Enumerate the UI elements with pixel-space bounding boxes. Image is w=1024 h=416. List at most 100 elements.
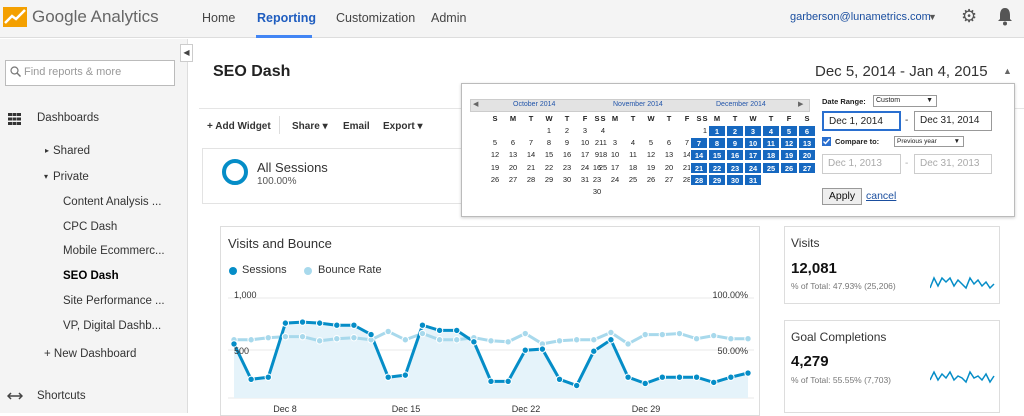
- calendar-day[interactable]: 10: [744, 137, 762, 150]
- share-menu-button[interactable]: Share ▾: [292, 121, 328, 132]
- calendar-day[interactable]: 2: [558, 125, 576, 137]
- calendar-day[interactable]: 17: [606, 162, 624, 174]
- point-bounce-rate[interactable]: [247, 336, 255, 344]
- point-sessions[interactable]: [521, 346, 529, 354]
- calendar-day[interactable]: 4: [624, 137, 642, 149]
- calendar-day[interactable]: 24: [744, 161, 762, 174]
- point-sessions[interactable]: [744, 369, 752, 377]
- calendar-day[interactable]: 19: [780, 149, 798, 162]
- start-date-input[interactable]: Dec 1, 2014: [822, 111, 901, 131]
- point-sessions[interactable]: [607, 336, 615, 344]
- calendar-day[interactable]: 16: [588, 162, 606, 174]
- point-sessions[interactable]: [281, 319, 290, 327]
- calendar-day[interactable]: 20: [798, 149, 816, 162]
- prev-month-icon[interactable]: ◀: [473, 100, 478, 108]
- cancel-link[interactable]: cancel: [866, 190, 896, 202]
- email-button[interactable]: Email: [343, 121, 370, 132]
- calendar-day[interactable]: 6: [660, 137, 678, 149]
- calendar-day[interactable]: 30: [558, 174, 576, 186]
- point-bounce-rate[interactable]: [744, 335, 752, 343]
- calendar-day[interactable]: 5: [486, 137, 504, 149]
- sidebar-item-seo-dash[interactable]: SEO Dash: [63, 270, 119, 282]
- point-bounce-rate[interactable]: [350, 333, 358, 342]
- analytics-logo-icon[interactable]: [3, 7, 27, 27]
- point-sessions[interactable]: [692, 373, 701, 381]
- calendar-day[interactable]: 7: [522, 137, 540, 149]
- point-bounce-rate[interactable]: [727, 335, 735, 343]
- point-sessions[interactable]: [401, 371, 410, 379]
- point-sessions[interactable]: [727, 373, 735, 381]
- calendar-day[interactable]: 19: [486, 162, 504, 174]
- calendar-day[interactable]: 10: [606, 149, 624, 161]
- calendar-day[interactable]: 23: [558, 162, 576, 174]
- calendar-day[interactable]: 24: [606, 174, 624, 186]
- sidebar-item-dashboard[interactable]: Content Analysis ...: [63, 196, 161, 208]
- new-dashboard-link[interactable]: + New Dashboard: [44, 348, 136, 360]
- apply-button[interactable]: Apply: [822, 188, 862, 205]
- point-sessions[interactable]: [555, 375, 564, 383]
- sidebar-item-shortcuts[interactable]: Shortcuts: [37, 390, 86, 402]
- point-sessions[interactable]: [658, 373, 667, 381]
- calendar-day[interactable]: 26: [780, 161, 798, 174]
- calendar-day[interactable]: 25: [624, 174, 642, 186]
- calendar-day[interactable]: 29: [708, 173, 726, 186]
- point-sessions[interactable]: [384, 373, 392, 381]
- compare-select[interactable]: Previous year ▼: [894, 136, 964, 147]
- point-bounce-rate[interactable]: [504, 338, 512, 346]
- calendar-day[interactable]: 2: [588, 137, 606, 149]
- sidebar-item-dashboard[interactable]: CPC Dash: [63, 221, 117, 233]
- point-sessions[interactable]: [367, 330, 375, 339]
- tab-admin[interactable]: Admin: [431, 11, 466, 25]
- point-sessions[interactable]: [453, 326, 461, 335]
- point-bounce-rate[interactable]: [572, 336, 581, 344]
- point-bounce-rate[interactable]: [692, 335, 701, 343]
- calendar-day[interactable]: 12: [642, 149, 660, 161]
- calendar-day[interactable]: 18: [624, 162, 642, 174]
- point-bounce-rate[interactable]: [384, 327, 392, 336]
- calendar-day[interactable]: 25: [762, 161, 780, 174]
- calendar-day[interactable]: 2: [726, 125, 744, 137]
- point-sessions[interactable]: [487, 377, 495, 386]
- calendar-day[interactable]: 22: [708, 161, 726, 174]
- point-sessions[interactable]: [315, 319, 324, 327]
- point-sessions[interactable]: [624, 373, 632, 381]
- calendar-day[interactable]: 6: [798, 125, 816, 137]
- segment-label[interactable]: All Sessions: [257, 160, 328, 175]
- point-sessions[interactable]: [264, 373, 272, 381]
- calendar-day[interactable]: 28: [522, 174, 540, 186]
- calendar-day[interactable]: 27: [798, 161, 816, 174]
- point-sessions[interactable]: [710, 378, 718, 387]
- calendar-day[interactable]: 16: [558, 149, 576, 161]
- sidebar-item-dashboard[interactable]: Site Performance ...: [63, 295, 165, 307]
- compare-end-input[interactable]: Dec 31, 2013: [914, 154, 992, 174]
- point-bounce-rate[interactable]: [624, 340, 632, 348]
- calendar-day[interactable]: 12: [486, 149, 504, 161]
- calendar-day[interactable]: 28: [690, 173, 708, 186]
- calendar-day[interactable]: 5: [642, 137, 660, 149]
- calendar-day[interactable]: 13: [504, 149, 522, 161]
- calendar-day[interactable]: 23: [726, 161, 744, 174]
- calendar-day[interactable]: 21: [522, 162, 540, 174]
- point-bounce-rate[interactable]: [418, 329, 427, 338]
- next-month-icon[interactable]: ▶: [798, 100, 803, 108]
- sidebar-item-shared[interactable]: Shared: [53, 145, 90, 157]
- calendar-day[interactable]: 1: [540, 125, 558, 137]
- calendar-day[interactable]: 20: [504, 162, 522, 174]
- calendar-day[interactable]: 3: [576, 125, 594, 137]
- calendar-day[interactable]: 20: [660, 162, 678, 174]
- point-sessions[interactable]: [350, 321, 358, 329]
- point-bounce-rate[interactable]: [521, 329, 529, 338]
- point-bounce-rate[interactable]: [298, 332, 307, 341]
- tab-home[interactable]: Home: [202, 11, 235, 25]
- calendar-day[interactable]: 27: [660, 174, 678, 186]
- calendar-day[interactable]: 21: [690, 161, 708, 174]
- point-sessions[interactable]: [675, 373, 684, 381]
- calendar-day[interactable]: 11: [624, 149, 642, 161]
- calendar-day[interactable]: 15: [540, 149, 558, 161]
- date-range-select[interactable]: Custom ▼: [873, 95, 937, 107]
- point-sessions[interactable]: [504, 377, 512, 386]
- calendar-day[interactable]: 8: [540, 137, 558, 149]
- calendar-day[interactable]: 5: [780, 125, 798, 137]
- calendar-day[interactable]: 9: [726, 137, 744, 150]
- add-widget-button[interactable]: + Add Widget: [207, 121, 271, 132]
